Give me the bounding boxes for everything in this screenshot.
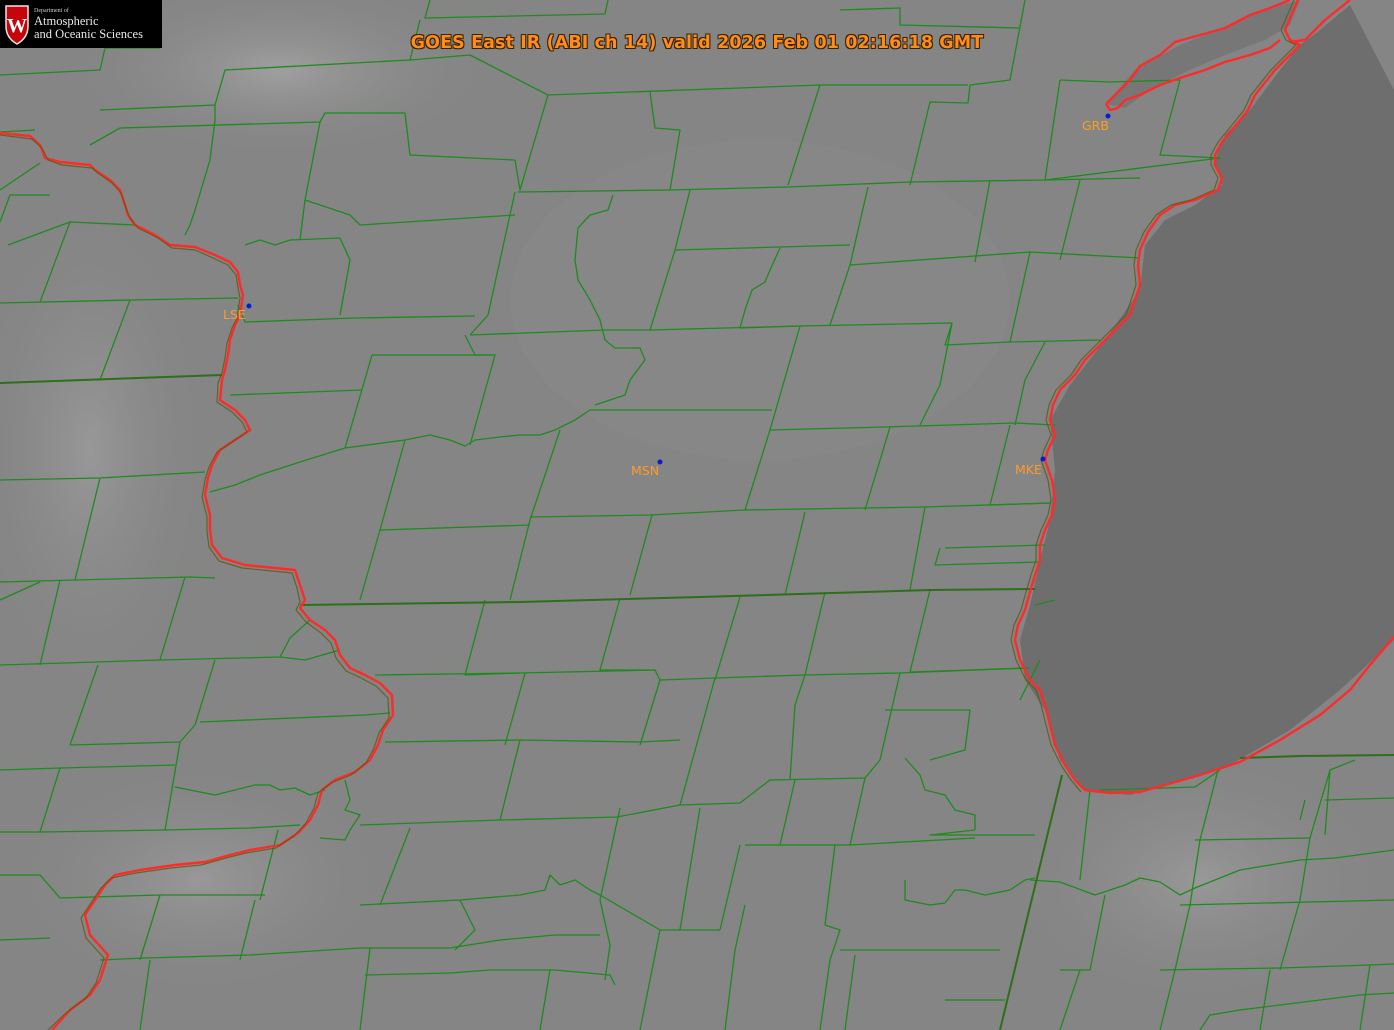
cloud-patch xyxy=(0,760,400,1000)
station-label-lse: LSE xyxy=(223,307,246,322)
station-mke-dot xyxy=(1040,456,1046,462)
station-label-msn: MSN xyxy=(631,463,660,478)
logo-line1: Atmospheric xyxy=(34,13,99,28)
satellite-map xyxy=(0,0,1394,1030)
station-lse-dot xyxy=(246,303,252,309)
image-title: GOES East IR (ABI ch 14) valid 2026 Feb … xyxy=(410,33,984,53)
station-label-mke: MKE xyxy=(1015,462,1042,477)
station-label-grb: GRB xyxy=(1082,118,1109,133)
